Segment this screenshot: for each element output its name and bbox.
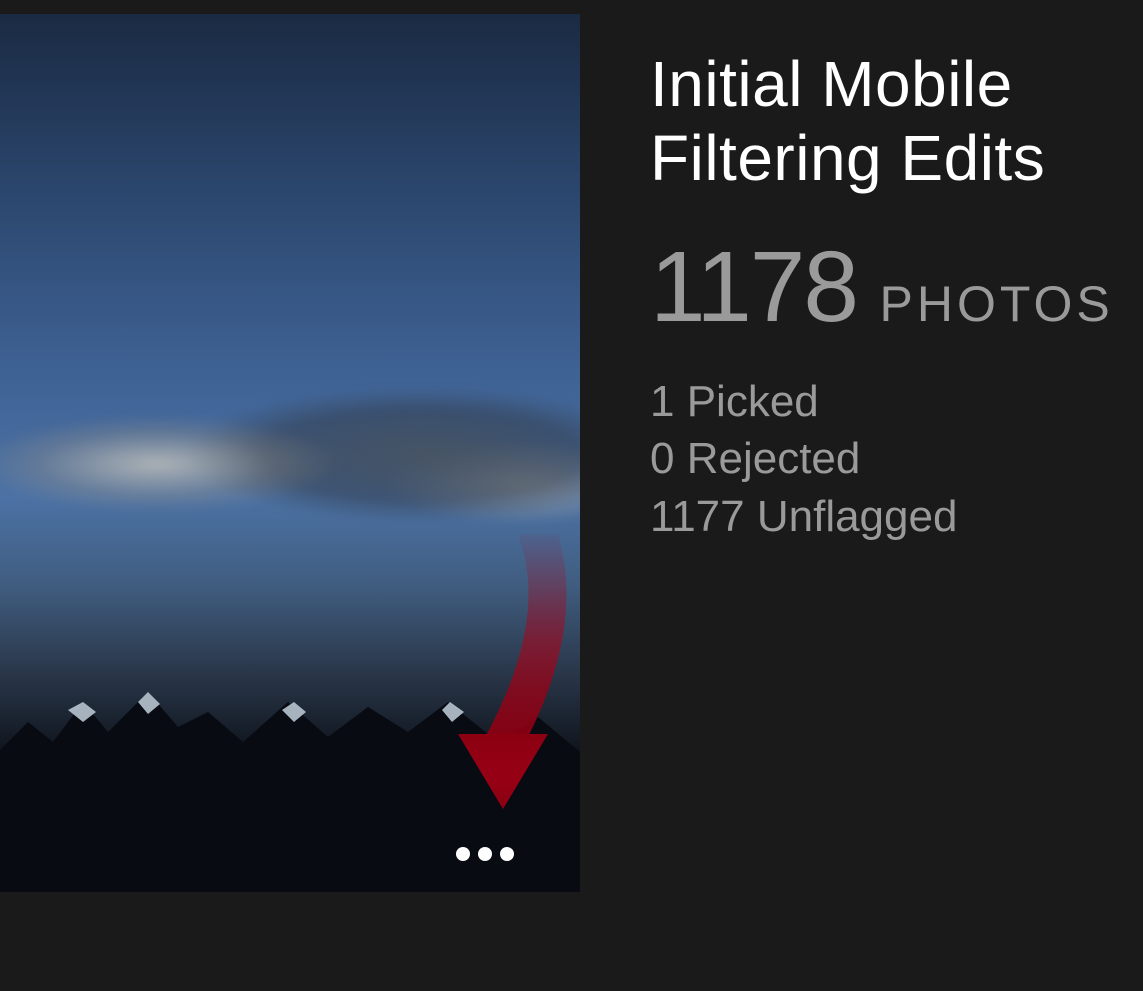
photo-count-number: 1178 — [650, 237, 857, 337]
collection-title: Initial Mobile Filtering Edits — [650, 48, 1143, 195]
dot-icon — [456, 847, 470, 861]
photo-count-row: 1178 PHOTOS — [650, 237, 1143, 337]
collection-info-panel: Initial Mobile Filtering Edits 1178 PHOT… — [650, 48, 1143, 545]
dot-icon — [500, 847, 514, 861]
flag-rejected: 0 Rejected — [650, 430, 1143, 487]
flag-summary: 1 Picked 0 Rejected 1177 Unflagged — [650, 373, 1143, 545]
flag-unflagged: 1177 Unflagged — [650, 488, 1143, 545]
dot-icon — [478, 847, 492, 861]
more-options-button[interactable] — [448, 838, 522, 870]
flag-picked: 1 Picked — [650, 373, 1143, 430]
photo-count-label: PHOTOS — [880, 275, 1114, 333]
collection-cover-image[interactable] — [0, 14, 580, 892]
